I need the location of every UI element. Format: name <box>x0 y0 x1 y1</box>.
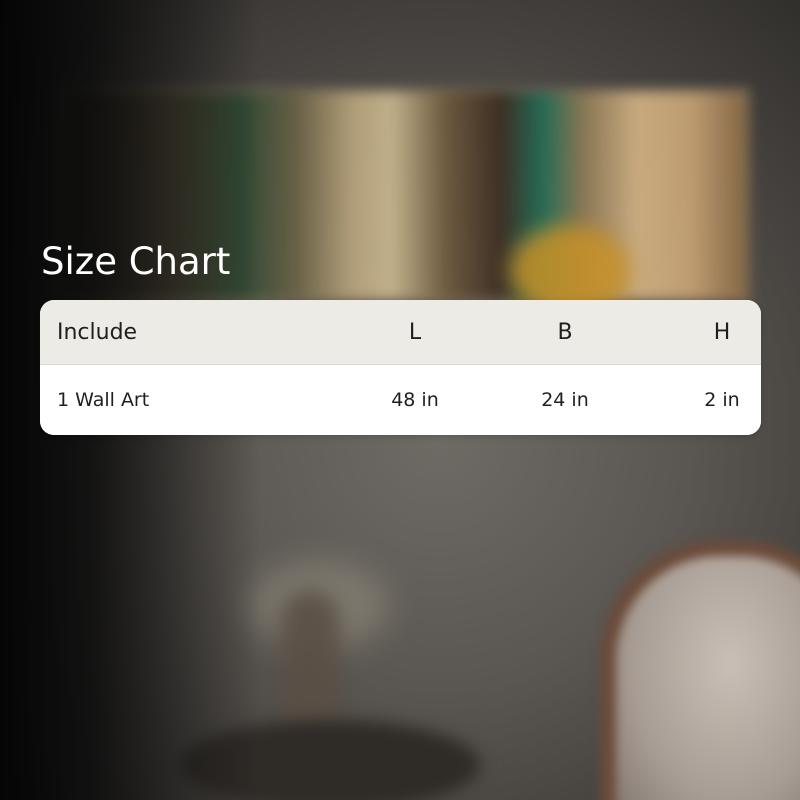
table-header-row: Include L B H <box>40 300 761 365</box>
size-chart-title: Size Chart <box>41 240 231 283</box>
column-header-breadth: B <box>557 319 573 345</box>
cell-include: 1 Wall Art <box>57 389 150 411</box>
table-row: 1 Wall Art 48 in 24 in 2 in <box>40 365 761 435</box>
cell-breadth: 24 in <box>541 389 589 411</box>
column-header-length: L <box>408 319 422 345</box>
cell-length: 48 in <box>391 389 439 411</box>
armchair <box>600 540 800 800</box>
cell-height: 2 in <box>704 389 740 411</box>
size-chart-table: Include L B H 1 Wall Art 48 in 24 in 2 i… <box>40 300 761 435</box>
column-header-height: H <box>713 319 731 345</box>
vase <box>280 590 340 740</box>
column-header-include: Include <box>57 319 138 345</box>
